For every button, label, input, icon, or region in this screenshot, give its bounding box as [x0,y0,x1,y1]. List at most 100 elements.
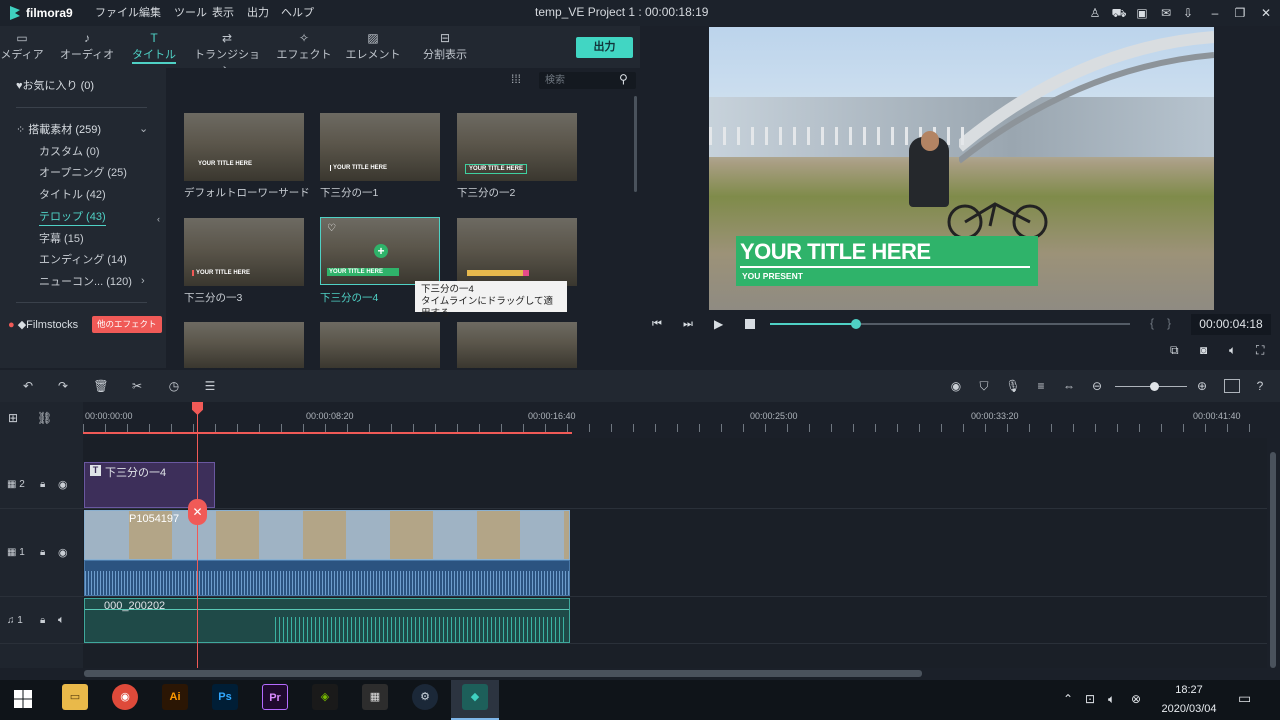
other-effects-badge[interactable]: 他のエフェクト [92,316,162,333]
gift-icon[interactable]: ▣ [1134,5,1150,21]
close-icon[interactable]: ✕ [1258,5,1274,21]
title-thumbnail[interactable]: YOUR TITLE HERE [320,113,440,181]
favorites-item[interactable]: ♥お気に入り (0) [16,77,94,95]
steam-icon[interactable]: ⚙ [412,684,438,710]
tab-split-screen[interactable]: ⊟ 分割表示 [410,30,480,66]
menu-view[interactable]: 表示 [212,4,234,22]
render-preview-icon[interactable]: ⧉ [1170,343,1179,358]
notification-error-icon[interactable]: ⊗ [1131,692,1141,706]
link-icon[interactable]: ⛓ [37,411,52,425]
snapshot-icon[interactable]: ◙ [1200,343,1207,357]
add-icon[interactable]: + [374,244,388,258]
download-icon[interactable]: ⇩ [1180,5,1196,21]
help-icon[interactable]: ? [1252,378,1268,394]
start-icon[interactable] [14,690,32,708]
tab-elements[interactable]: ▨ エレメント [338,30,408,66]
split-scissors-icon[interactable]: ✕ [188,499,207,525]
lock-icon[interactable]: 🔒︎ [40,615,45,626]
mark-in-icon[interactable]: { [1150,316,1154,330]
sidebar-item-new-content[interactable]: ニューコン... (120) [39,273,132,291]
file-explorer-icon[interactable]: ▭ [62,684,88,710]
collapse-panel-icon[interactable]: ‹ [157,210,160,228]
menu-export[interactable]: 出力 [247,4,269,22]
builtin-category[interactable]: ⁘ 搭載素材 (259) [16,121,101,139]
tab-transitions[interactable]: ⇄トランジション [192,30,262,77]
play-icon[interactable]: ▶ [714,317,723,331]
title-thumbnail[interactable]: YOUR TITLE HERE [184,113,304,181]
photoshop-icon[interactable]: Ps [212,684,238,710]
sidebar-item-ending[interactable]: エンディング (14) [39,251,127,269]
clock-time[interactable]: 18:27 [1158,684,1220,696]
menu-edit[interactable]: 編集 [139,4,161,22]
lock-icon[interactable]: 🔒︎ [40,547,45,558]
zoom-slider-handle[interactable] [1150,382,1159,391]
timeline-horizontal-scrollbar[interactable] [84,670,922,677]
zoom-out-icon[interactable]: ⊖ [1089,378,1105,394]
sidebar-item-custom[interactable]: カスタム (0) [39,143,100,161]
menu-help[interactable]: ヘルプ [281,4,314,22]
maximize-icon[interactable]: ❐ [1232,5,1248,21]
tab-effects[interactable]: ✧ エフェクト [269,30,339,66]
chevron-right-icon[interactable]: › [141,272,145,290]
library-scrollbar[interactable] [634,96,637,192]
timeline-vertical-scrollbar[interactable] [1270,452,1276,668]
preview-seekbar[interactable] [770,319,1130,329]
microphone-icon[interactable]: 🎙︎ [1005,378,1021,394]
calculator-icon[interactable]: ▦ [362,684,388,710]
title-thumbnail[interactable] [320,322,440,368]
chrome-icon[interactable]: ◉ [112,684,138,710]
premiere-icon[interactable]: Pr [262,684,288,710]
sidebar-item-telop[interactable]: テロップ (43) [39,208,106,226]
marker-icon[interactable]: ⛉ [976,378,992,394]
heart-icon[interactable]: ♡ [327,223,336,234]
title-thumbnail[interactable]: YOUR TITLE HERE [457,113,577,181]
layout-icon[interactable] [1224,379,1240,393]
title-thumbnail[interactable]: YOUR TITLE HERE [184,218,304,286]
cart-icon[interactable]: ⛟ [1111,5,1127,21]
adjust-icon[interactable]: ☰ [202,378,218,394]
account-icon[interactable]: ♙ [1087,5,1103,21]
illustrator-icon[interactable]: Ai [162,684,188,710]
sidebar-item-title[interactable]: タイトル (42) [39,186,106,204]
delete-icon[interactable]: 🗑︎ [93,378,109,394]
export-button[interactable]: 出力 [576,37,633,58]
mark-out-icon[interactable]: } [1167,316,1171,330]
title-thumbnail[interactable] [457,322,577,368]
minimize-icon[interactable]: – [1207,5,1223,21]
eye-icon[interactable]: ◉ [58,478,68,491]
redo-icon[interactable]: ↷ [55,378,71,394]
fullscreen-icon[interactable]: ⛶ [1256,343,1264,358]
network-icon[interactable]: ⊡ [1085,692,1095,706]
add-track-icon[interactable]: ⊞ [8,411,18,425]
render-icon[interactable]: ◉ [948,378,964,394]
tab-media[interactable]: ▭ メディア [0,30,57,66]
lock-icon[interactable]: 🔒︎ [40,479,45,490]
video-clip[interactable]: P1054197 [84,510,570,560]
volume-icon[interactable]: 🔈︎ [1108,692,1115,707]
tab-audio[interactable]: ♪ オーディオ [52,30,122,66]
grid-view-icon[interactable]: ⁞⁞⁞ [511,72,521,86]
zoom-in-icon[interactable]: ⊕ [1194,378,1210,394]
step-forward-icon[interactable]: ⏭ [683,318,693,331]
undo-icon[interactable]: ↶ [20,378,36,394]
volume-icon[interactable]: 🔈︎ [1229,343,1236,358]
clock-date[interactable]: 2020/03/04 [1152,703,1226,715]
filmora-icon[interactable]: ◆ [462,684,488,710]
audio-clip[interactable]: 000_200202 [84,598,570,643]
cut-icon[interactable]: ✂ [129,378,145,394]
skip-back-icon[interactable]: ⏮ [652,318,662,331]
title-thumbnail[interactable] [457,218,577,286]
title-overlay[interactable]: YOUR TITLE HERE YOU PRESENT [736,236,1038,286]
menu-tools[interactable]: ツール [174,4,207,22]
tab-titles[interactable]: T タイトル [119,30,189,66]
title-thumbnail[interactable] [184,322,304,368]
speaker-icon[interactable]: 🔈︎ [58,614,65,627]
speed-icon[interactable]: ◷ [166,378,182,394]
stop-icon[interactable] [745,319,755,329]
voiceover-icon[interactable]: ≡ [1033,378,1049,394]
menu-file[interactable]: ファイル [95,4,139,22]
action-center-icon[interactable]: ▭ [1238,690,1251,707]
title-thumbnail-selected[interactable]: ♡ + YOUR TITLE HERE [320,217,440,285]
filmstocks-item[interactable]: ● ◆Filmstocks [8,316,78,334]
fit-timeline-icon[interactable]: ⇔ [1061,378,1077,394]
